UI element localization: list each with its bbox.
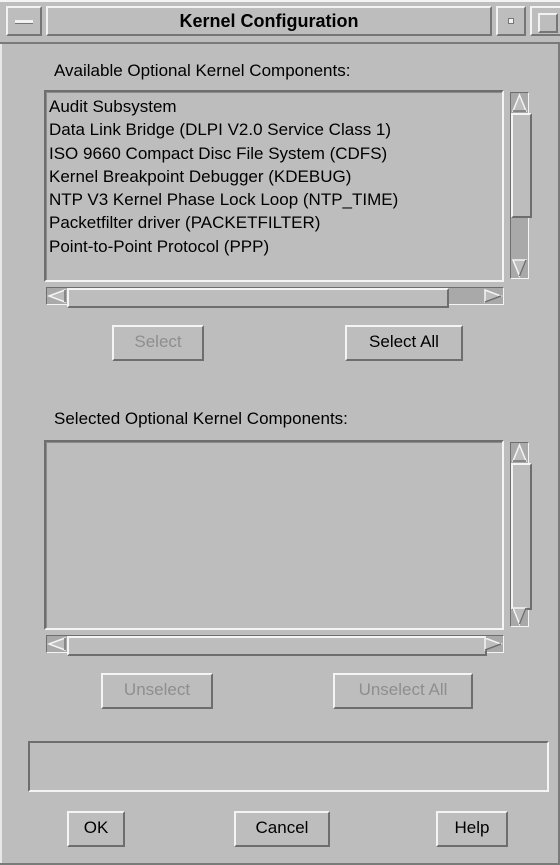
unselect-button[interactable]: Unselect	[101, 673, 213, 709]
list-item[interactable]: Kernel Breakpoint Debugger (KDEBUG)	[47, 165, 502, 188]
scroll-right-arrow-icon[interactable]	[483, 288, 503, 304]
list-item[interactable]: Point-to-Point Protocol (PPP)	[47, 235, 502, 258]
list-item[interactable]: Packetfilter driver (PACKETFILTER)	[47, 211, 502, 234]
window-menu-icon	[15, 20, 33, 24]
scroll-down-arrow-icon[interactable]	[511, 606, 528, 626]
window-menu-button[interactable]	[6, 6, 42, 36]
selected-components-label: Selected Optional Kernel Components:	[54, 409, 348, 428]
list-item[interactable]: NTP V3 Kernel Phase Lock Loop (NTP_TIME)	[47, 188, 502, 211]
selected-horizontal-slider[interactable]	[67, 636, 487, 656]
available-vertical-slider[interactable]	[511, 113, 532, 218]
window-frame-left	[0, 44, 2, 865]
window-title: Kernel Configuration	[46, 6, 492, 36]
maximize-button[interactable]	[530, 6, 560, 36]
selected-horizontal-scrollbar[interactable]	[46, 635, 504, 656]
cancel-button[interactable]: Cancel	[234, 811, 330, 847]
message-area	[28, 741, 549, 792]
select-all-button[interactable]: Select All	[345, 325, 463, 361]
scroll-up-arrow-icon[interactable]	[511, 443, 528, 463]
scroll-up-arrow-icon[interactable]	[511, 93, 528, 113]
minimize-icon	[508, 18, 514, 24]
available-vertical-scrollbar[interactable]	[510, 92, 532, 279]
available-horizontal-scrollbar[interactable]	[46, 287, 504, 308]
list-item[interactable]: Data Link Bridge (DLPI V2.0 Service Clas…	[47, 118, 502, 141]
available-components-list[interactable]: Audit Subsystem Data Link Bridge (DLPI V2…	[44, 90, 504, 282]
available-horizontal-slider[interactable]	[67, 288, 449, 308]
selected-vertical-scrollbar[interactable]	[510, 442, 532, 627]
minimize-button[interactable]	[496, 6, 526, 36]
help-button[interactable]: Help	[436, 811, 508, 847]
unselect-all-button[interactable]: Unselect All	[333, 673, 473, 709]
maximize-icon	[538, 13, 558, 33]
ok-button[interactable]: OK	[67, 811, 125, 847]
list-item[interactable]: ISO 9660 Compact Disc File System (CDFS)	[47, 142, 502, 165]
select-button[interactable]: Select	[112, 325, 204, 361]
scroll-left-arrow-icon[interactable]	[47, 636, 67, 652]
available-components-label: Available Optional Kernel Components:	[54, 61, 351, 80]
list-item[interactable]: Audit Subsystem	[47, 95, 502, 118]
selected-vertical-slider[interactable]	[511, 463, 532, 610]
scroll-left-arrow-icon[interactable]	[47, 288, 67, 304]
selected-components-list[interactable]	[44, 440, 504, 630]
scroll-right-arrow-icon[interactable]	[483, 636, 503, 652]
scroll-down-arrow-icon[interactable]	[511, 258, 528, 278]
